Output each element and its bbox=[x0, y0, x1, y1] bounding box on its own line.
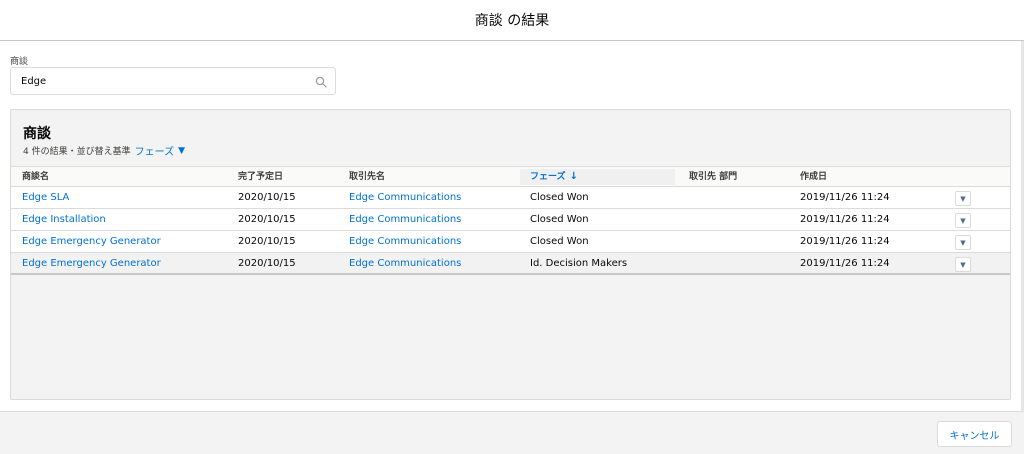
column-header-division[interactable]: 取引先 部門 bbox=[689, 167, 737, 187]
account-name-link[interactable]: Edge Communications bbox=[349, 231, 461, 253]
chevron-down-icon[interactable]: ▼ bbox=[178, 146, 185, 156]
close-date-cell: 2020/10/15 bbox=[238, 258, 296, 269]
modal-title: 商談 の結果 bbox=[474, 13, 550, 29]
column-header-created[interactable]: 作成日 bbox=[800, 167, 827, 187]
sort-field-link[interactable]: フェーズ bbox=[135, 143, 175, 158]
results-meta: 4 件の結果・並び替え基準 フェーズ ▼ bbox=[23, 143, 185, 159]
results-title: 商談 bbox=[23, 126, 51, 142]
cancel-button[interactable]: キャンセル bbox=[937, 421, 1012, 447]
created-date-cell: 2019/11/26 11:24 bbox=[800, 236, 890, 247]
column-header-name[interactable]: 商談名 bbox=[22, 167, 49, 187]
results-table: 商談名 完了予定日 取引先名 フェーズ ↓ 取引先 部門 作成日 Edge SLA… bbox=[11, 167, 1010, 275]
row-actions-button[interactable]: ▼ bbox=[955, 191, 971, 206]
close-date-cell: 2020/10/15 bbox=[238, 214, 296, 225]
opportunity-name-link[interactable]: Edge SLA bbox=[22, 187, 69, 209]
column-header-account[interactable]: 取引先名 bbox=[349, 167, 385, 187]
results-header: 商談 4 件の結果・並び替え基準 フェーズ ▼ bbox=[11, 110, 1010, 167]
account-name-link[interactable]: Edge Communications bbox=[349, 253, 461, 275]
results-panel: 商談 4 件の結果・並び替え基準 フェーズ ▼ 商談名 完了予定日 取引先名 フ… bbox=[10, 109, 1011, 400]
results-count-text: 4 件の結果・並び替え基準 bbox=[23, 147, 131, 157]
modal-footer: キャンセル bbox=[0, 412, 1024, 454]
opportunity-name-link[interactable]: Edge Installation bbox=[22, 209, 106, 231]
created-date-cell: 2019/11/26 11:24 bbox=[800, 192, 890, 203]
opportunity-name-link[interactable]: Edge Emergency Generator bbox=[22, 253, 161, 275]
search-icon[interactable] bbox=[315, 76, 327, 88]
table-row: Edge Emergency Generator 2020/10/15 Edge… bbox=[11, 231, 1010, 253]
close-date-cell: 2020/10/15 bbox=[238, 192, 296, 203]
close-date-cell: 2020/10/15 bbox=[238, 236, 296, 247]
row-actions-button[interactable]: ▼ bbox=[955, 213, 971, 228]
row-actions-button[interactable]: ▼ bbox=[955, 257, 971, 272]
column-header-stage-label: フェーズ bbox=[530, 172, 566, 182]
stage-cell: Id. Decision Makers bbox=[530, 258, 628, 269]
opportunity-name-link[interactable]: Edge Emergency Generator bbox=[22, 231, 161, 253]
stage-cell: Closed Won bbox=[530, 192, 589, 203]
modal-header: 商談 の結果 bbox=[0, 0, 1024, 41]
search-label: 商談 bbox=[10, 57, 29, 67]
stage-cell: Closed Won bbox=[530, 236, 589, 247]
modal-body: 商談 商談 4 件の結果・並び替え基準 フェーズ ▼ 商談名 完了予定日 取引先… bbox=[0, 41, 1024, 412]
search-box[interactable] bbox=[10, 67, 336, 95]
table-row: Edge Emergency Generator 2020/10/15 Edge… bbox=[11, 253, 1010, 275]
account-name-link[interactable]: Edge Communications bbox=[349, 209, 461, 231]
created-date-cell: 2019/11/26 11:24 bbox=[800, 214, 890, 225]
table-row: Edge SLA 2020/10/15 Edge Communications … bbox=[11, 187, 1010, 209]
column-header-stage[interactable]: フェーズ ↓ bbox=[530, 167, 578, 187]
arrow-down-icon: ↓ bbox=[569, 171, 578, 182]
table-row: Edge Installation 2020/10/15 Edge Commun… bbox=[11, 209, 1010, 231]
created-date-cell: 2019/11/26 11:24 bbox=[800, 258, 890, 269]
account-name-link[interactable]: Edge Communications bbox=[349, 187, 461, 209]
row-actions-button[interactable]: ▼ bbox=[955, 235, 971, 250]
table-header-row: 商談名 完了予定日 取引先名 フェーズ ↓ 取引先 部門 作成日 bbox=[11, 167, 1010, 187]
column-header-close-date[interactable]: 完了予定日 bbox=[238, 167, 283, 187]
stage-cell: Closed Won bbox=[530, 214, 589, 225]
search-input[interactable] bbox=[11, 68, 335, 94]
